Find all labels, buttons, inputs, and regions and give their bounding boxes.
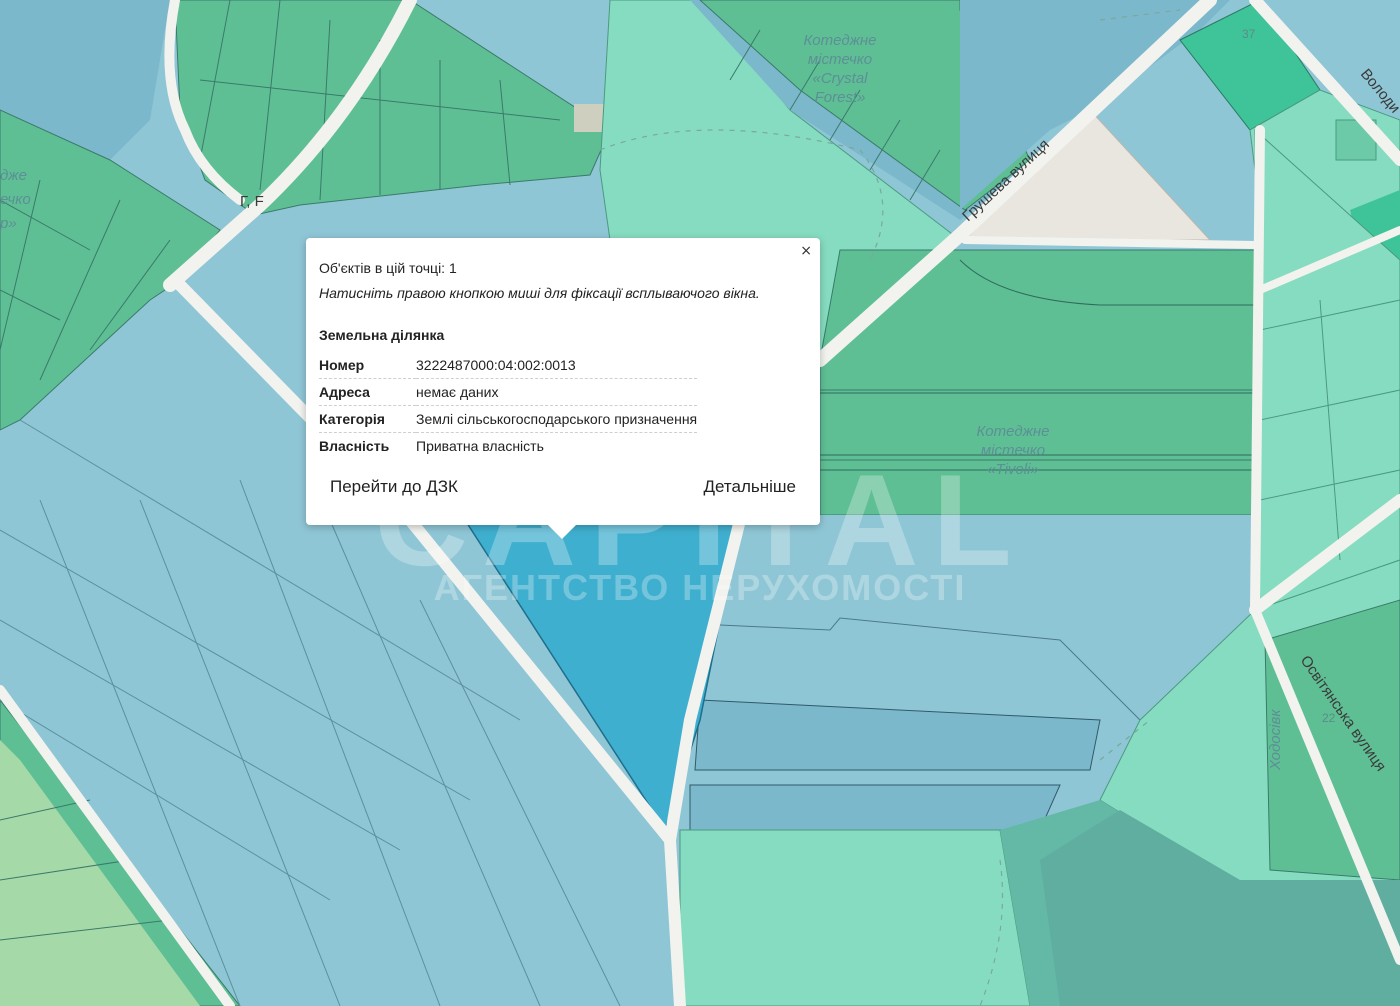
section-title: Земельна ділянка bbox=[319, 327, 445, 343]
label-crystal-4: Forest» bbox=[815, 89, 866, 106]
attr-key-number: Номер bbox=[319, 352, 416, 379]
house-number-37: 37 bbox=[1242, 27, 1256, 41]
attr-value-address: немає даних bbox=[416, 378, 698, 406]
attr-key-category: Категорія bbox=[319, 405, 416, 433]
street-hodosivka: Ходосівк bbox=[1267, 709, 1284, 771]
road-marker: Г, F bbox=[240, 193, 264, 210]
popup-pointer bbox=[548, 525, 576, 539]
table-row: Адреса немає даних bbox=[319, 378, 698, 406]
attr-key-ownership: Власність bbox=[319, 438, 390, 454]
close-icon[interactable]: × bbox=[800, 243, 812, 259]
house-number-22: 22 bbox=[1322, 711, 1336, 725]
label-left-1: дже bbox=[0, 167, 27, 184]
attr-value-ownership: Приватна власність bbox=[416, 438, 544, 454]
go-to-dzk-button[interactable]: Перейти до ДЗК bbox=[330, 477, 458, 497]
label-left-2: ечко bbox=[0, 191, 31, 208]
details-button[interactable]: Детальніше bbox=[704, 477, 797, 497]
attr-value-number: 3222487000:04:002:0013 bbox=[416, 352, 698, 379]
popup-hint: Натисніть правою кнопкою миші для фіксац… bbox=[319, 285, 760, 301]
parcels-bottom-rows bbox=[689, 699, 1101, 831]
popup-actions: Перейти до ДЗК Детальніше bbox=[306, 477, 820, 503]
label-crystal-2: містечко bbox=[808, 51, 872, 68]
table-row: Номер 3222487000:04:002:0013 bbox=[319, 352, 698, 379]
watermark-subtitle: АГЕНТСТВО НЕРУХОМОСТІ bbox=[434, 567, 967, 608]
table-row: Власність Приватна власність bbox=[319, 433, 697, 460]
label-crystal-1: Котеджне bbox=[803, 32, 876, 49]
attribute-table: Номер 3222487000:04:002:0013 Адреса нема… bbox=[319, 352, 698, 460]
label-left-3: р» bbox=[0, 215, 17, 232]
label-crystal-3: «Crystal bbox=[812, 70, 868, 87]
parcel-popup[interactable]: × Об'єктів в цій точці: 1 Натисніть прав… bbox=[306, 238, 820, 539]
attr-key-address: Адреса bbox=[319, 378, 416, 406]
objects-count: Об'єктів в цій точці: 1 bbox=[319, 260, 457, 276]
table-row: Категорія Землі сільськогосподарського п… bbox=[319, 405, 698, 433]
attr-value-category: Землі сільськогосподарського призначення bbox=[416, 405, 698, 433]
label-tivoli-1: Котеджне bbox=[976, 423, 1049, 440]
